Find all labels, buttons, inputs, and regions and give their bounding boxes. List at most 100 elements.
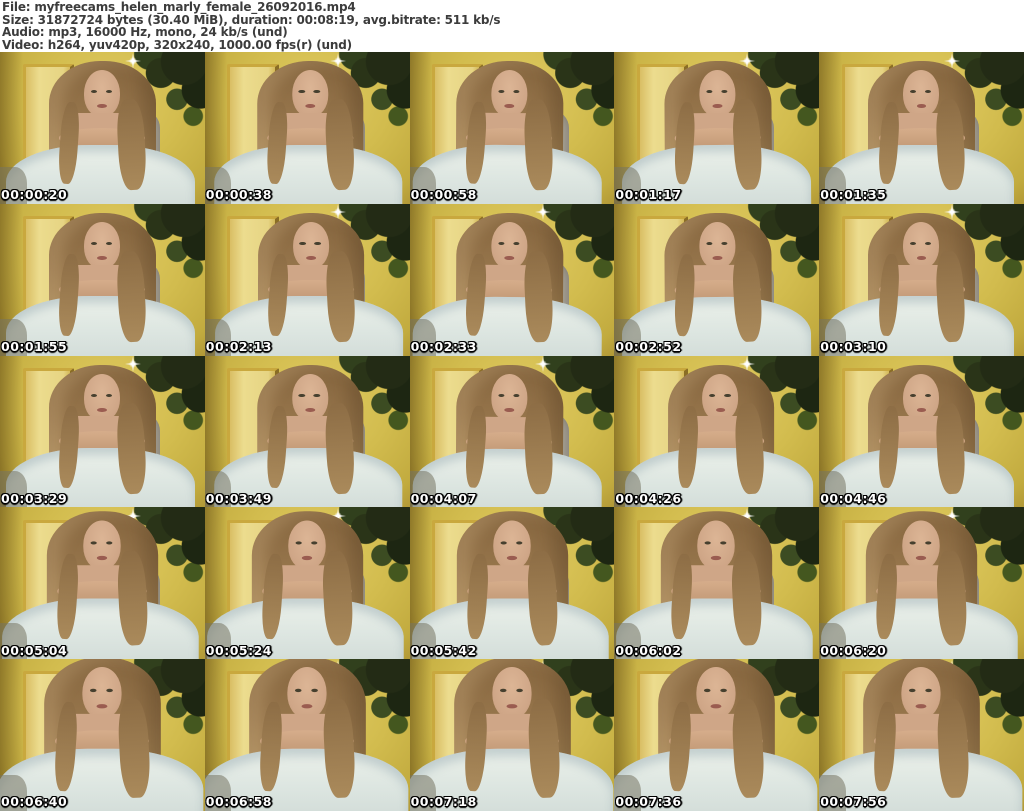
video-thumbnail: 00:07:18 — [409, 659, 615, 811]
person-silhouette — [209, 204, 410, 356]
face-shape — [902, 521, 940, 571]
timestamp-overlay: 00:01:55 — [1, 339, 68, 355]
face-shape — [490, 373, 527, 421]
timestamp-overlay: 00:06:40 — [1, 794, 68, 810]
person-silhouette — [819, 507, 1024, 660]
person-silhouette — [614, 507, 819, 660]
face-shape — [83, 521, 121, 571]
face-shape — [702, 373, 739, 421]
face-shape — [699, 221, 736, 270]
eye-shape — [512, 241, 520, 246]
webcam-frame: 00:07:18 — [409, 659, 615, 811]
video-thumbnail: 00:02:13 — [204, 203, 410, 356]
video-thumbnail: 00:02:33 — [409, 203, 615, 356]
person-silhouette — [819, 204, 1024, 356]
timestamp-overlay: 00:00:58 — [410, 187, 477, 203]
face-shape — [83, 373, 120, 421]
timestamp-overlay: 00:00:38 — [205, 187, 272, 203]
face-shape — [83, 70, 120, 118]
mouth-shape — [504, 256, 514, 261]
timestamp-overlay: 00:06:20 — [820, 642, 887, 658]
person-silhouette — [208, 52, 410, 204]
video-thumbnail: 00:03:29 — [0, 355, 205, 508]
timestamp-overlay: 00:06:58 — [205, 794, 272, 810]
person-silhouette — [618, 356, 819, 508]
webcam-frame: 00:01:55 — [0, 203, 205, 356]
face-shape — [699, 70, 736, 118]
face-shape — [903, 373, 939, 421]
webcam-frame: 00:06:02 — [614, 507, 820, 660]
person-silhouette — [819, 356, 1024, 508]
file-name-line: File: myfreecams_helen_marly_female_2609… — [2, 0, 356, 14]
face-shape — [287, 667, 327, 719]
webcam-frame: 00:01:17 — [614, 52, 820, 204]
person-silhouette — [614, 659, 819, 811]
webcam-frame: 00:00:20 — [0, 52, 205, 204]
person-silhouette — [616, 52, 820, 204]
timestamp-overlay: 00:03:10 — [820, 339, 887, 355]
timestamp-overlay: 00:04:46 — [820, 490, 887, 506]
webcam-frame: 00:07:56 — [819, 659, 1024, 811]
video-thumbnail: 00:06:20 — [819, 507, 1024, 660]
eye-shape — [105, 393, 113, 397]
person-silhouette — [0, 204, 205, 356]
face-shape — [83, 222, 120, 270]
timestamp-overlay: 00:01:17 — [615, 187, 682, 203]
person-silhouette — [0, 52, 205, 204]
timestamp-overlay: 00:05:24 — [205, 642, 272, 658]
video-thumbnail: 00:06:02 — [614, 507, 820, 660]
webcam-frame: 00:02:33 — [409, 203, 615, 356]
face-shape — [292, 222, 329, 270]
person-silhouette — [208, 356, 410, 508]
timestamp-overlay: 00:01:35 — [820, 187, 887, 203]
webcam-frame: 00:04:07 — [409, 355, 615, 508]
face-shape — [697, 521, 735, 571]
webcam-frame: 00:03:29 — [0, 355, 205, 508]
person-silhouette — [616, 204, 820, 356]
video-thumbnail: 00:01:35 — [819, 52, 1024, 204]
webcam-frame: 00:06:20 — [819, 507, 1024, 660]
person-silhouette — [205, 507, 410, 660]
video-thumbnail: 00:01:55 — [0, 203, 205, 356]
mouth-shape — [97, 407, 107, 412]
video-thumbnail: 00:04:46 — [819, 355, 1024, 508]
person-silhouette — [409, 659, 615, 811]
eye-shape — [90, 393, 98, 397]
video-thumbnail: 00:03:49 — [204, 355, 410, 508]
timestamp-overlay: 00:07:18 — [410, 794, 477, 810]
timestamp-overlay: 00:05:04 — [1, 642, 68, 658]
webcam-frame: 00:06:40 — [0, 659, 205, 811]
person-silhouette — [410, 52, 612, 204]
webcam-frame: 00:05:04 — [0, 507, 205, 660]
webcam-frame: 00:03:10 — [819, 203, 1024, 356]
video-thumbnail: 00:03:10 — [819, 203, 1024, 356]
face-shape — [492, 521, 531, 571]
webcam-frame: 00:05:24 — [204, 507, 410, 660]
webcam-frame: 00:02:52 — [614, 203, 820, 356]
face-shape — [490, 221, 527, 270]
person-silhouette — [819, 52, 1024, 204]
eye-shape — [90, 241, 98, 246]
face-shape — [903, 70, 939, 118]
file-metadata-header: File: myfreecams_helen_marly_female_2609… — [0, 0, 1024, 52]
face-shape — [903, 222, 939, 270]
eye-shape — [497, 393, 505, 397]
person-silhouette — [410, 356, 612, 508]
timestamp-overlay: 00:06:02 — [615, 642, 682, 658]
webcam-frame: 00:04:46 — [819, 355, 1024, 508]
video-thumbnail: 00:01:17 — [614, 52, 820, 204]
video-thumbnail: 00:04:26 — [614, 355, 820, 508]
webcam-frame: 00:00:58 — [409, 52, 615, 204]
video-thumbnail: 00:06:40 — [0, 659, 205, 811]
video-thumbnail: 00:02:52 — [614, 203, 820, 356]
video-thumbnail: 00:05:42 — [409, 507, 615, 660]
timestamp-overlay: 00:02:52 — [615, 339, 682, 355]
eye-shape — [497, 241, 505, 246]
person-silhouette — [0, 659, 205, 811]
eye-shape — [512, 393, 520, 397]
webcam-frame: 00:02:13 — [204, 203, 410, 356]
face-shape — [292, 373, 328, 421]
face-shape — [292, 70, 328, 118]
eye-shape — [924, 393, 932, 397]
timestamp-overlay: 00:07:36 — [615, 794, 682, 810]
